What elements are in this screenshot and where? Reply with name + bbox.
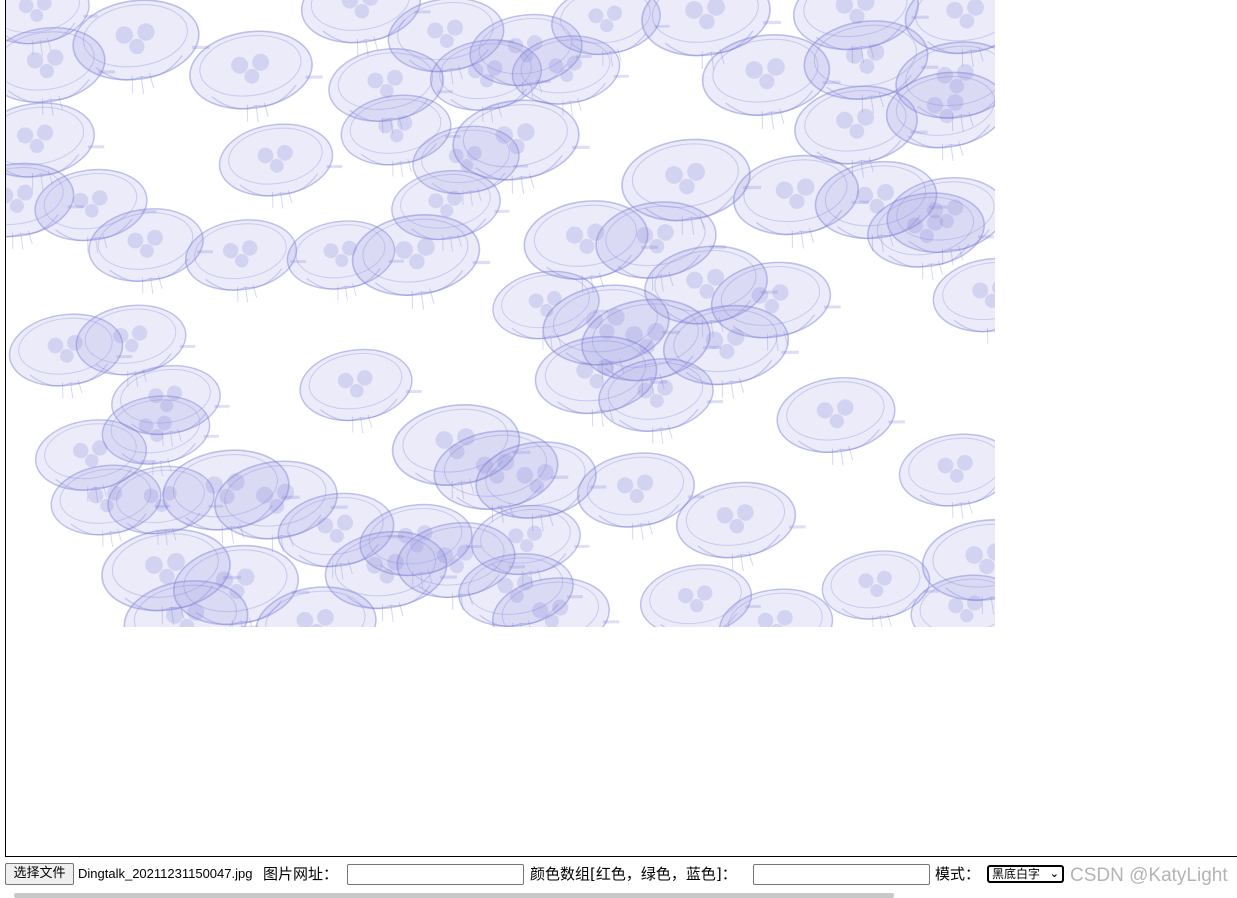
csdn-watermark: CSDN @KatyLight: [1070, 865, 1228, 886]
jellyfish-shape: [927, 248, 995, 355]
chevron-down-icon: ⌄: [1049, 867, 1059, 880]
image-url-input[interactable]: [347, 864, 524, 885]
jellyfish-shape: [893, 424, 995, 528]
toolbar: 选择文件 Dingtalk_20211231150047.jpg 图片网址： 颜…: [0, 862, 1237, 886]
choose-file-button[interactable]: 选择文件: [5, 863, 74, 885]
selected-file-name: Dingtalk_20211231150047.jpg: [78, 866, 253, 881]
mode-label: 模式：: [935, 865, 981, 883]
mode-select[interactable]: 黑底白字 ⌄: [987, 865, 1064, 883]
jellyfish-shape: [213, 114, 349, 218]
jellyfish-shape: [770, 367, 912, 476]
page: 选择文件 Dingtalk_20211231150047.jpg 图片网址： 颜…: [0, 0, 1237, 898]
jellyfish-image: [6, 0, 995, 627]
color-array-input[interactable]: [753, 864, 930, 885]
jellyfish-shape: [183, 20, 330, 133]
image-url-label: 图片网址：: [263, 865, 339, 883]
color-array-label: 颜色数组[红色，绿色，蓝色]：: [530, 865, 737, 883]
horizontal-scrollbar[interactable]: [14, 893, 894, 898]
mode-selected-value: 黑底白字: [992, 867, 1041, 881]
